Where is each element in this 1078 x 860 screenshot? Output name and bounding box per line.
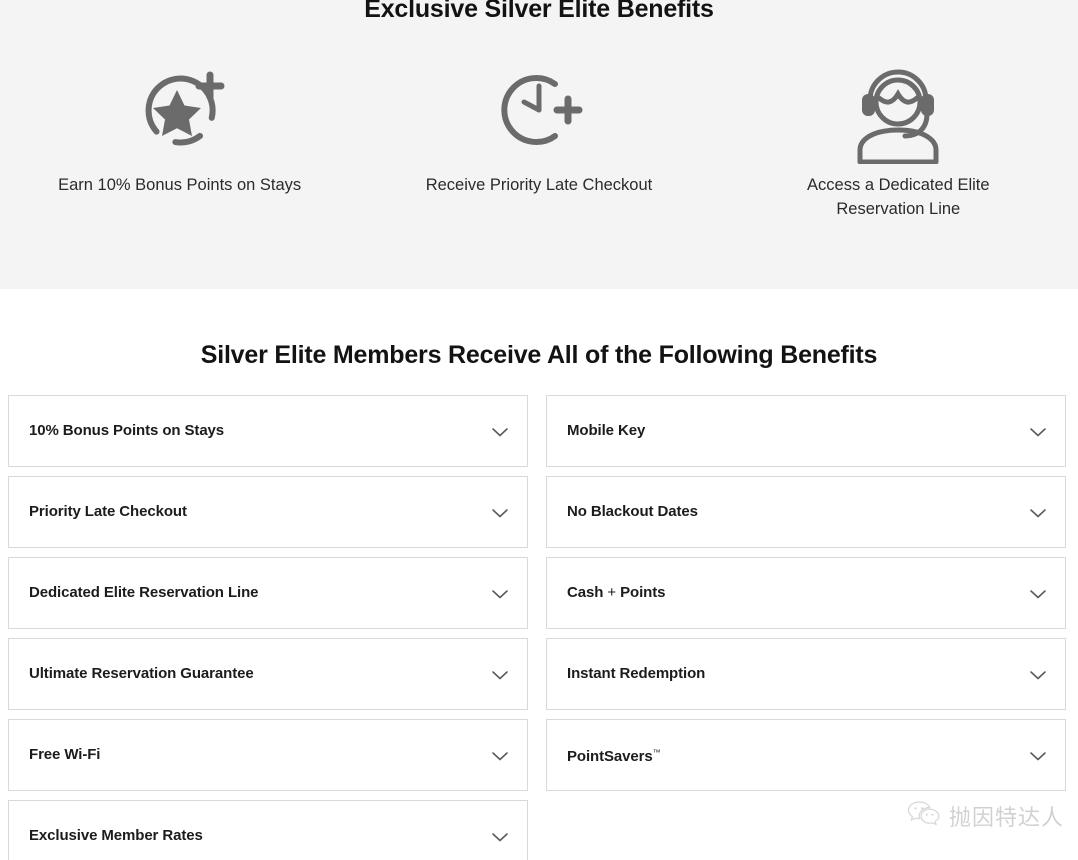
exclusive-benefits-hero: Exclusive Silver Elite Benefits Earn 10%… [0,0,1078,289]
star-plus-icon [134,55,226,165]
accordion-item-mobile-key[interactable]: Mobile Key [546,395,1066,467]
accordion-item-label: Priority Late Checkout [29,503,187,520]
hero-benefit-item: Receive Priority Late Checkout [359,55,718,221]
accordion-item-pointsavers[interactable]: PointSavers™ [546,719,1066,791]
hero-benefit-label: Earn 10% Bonus Points on Stays [58,176,302,194]
accordion-item-label: Cash + Points [547,583,665,603]
benefits-accordion: 10% Bonus Points on Stays Priority Late … [0,395,1078,860]
hero-benefit-item: Earn 10% Bonus Points on Stays [0,55,359,221]
accordion-item-dedicated-elite-reservation-line[interactable]: Dedicated Elite Reservation Line [8,557,528,629]
clock-plus-icon [493,55,585,165]
headset-agent-icon [848,55,948,165]
hero-title: Exclusive Silver Elite Benefits [364,0,714,23]
chevron-down-icon[interactable] [491,749,509,761]
accordion-item-label-head: PointSavers [567,748,653,765]
accordion-item-no-blackout-dates[interactable]: No Blackout Dates [546,476,1066,548]
accordion-item-bonus-points[interactable]: 10% Bonus Points on Stays [8,395,528,467]
accordion-item-label-tail: Points [616,584,666,601]
accordion-item-label-head: Cash [567,584,608,601]
chevron-down-icon[interactable] [491,425,509,437]
accordion-column-left: 10% Bonus Points on Stays Priority Late … [8,395,528,860]
accordion-item-free-wifi[interactable]: Free Wi-Fi [8,719,528,791]
accordion-item-cash-plus-points[interactable]: Cash + Points [546,557,1066,629]
chevron-down-icon[interactable] [1029,506,1047,518]
chevron-down-icon[interactable] [491,587,509,599]
chevron-down-icon[interactable] [491,830,509,842]
accordion-column-right: Mobile Key No Blackout Dates Cash + Poin… [546,395,1066,860]
page-title: Silver Elite Members Receive All of the … [200,341,878,369]
accordion-item-instant-redemption[interactable]: Instant Redemption [546,638,1066,710]
accordion-item-label: Ultimate Reservation Guarantee [29,665,254,682]
hero-benefit-label: Access a Dedicated Elite Reservation Lin… [807,176,990,218]
accordion-item-label: Dedicated Elite Reservation Line [29,584,259,601]
hero-benefit-columns: Earn 10% Bonus Points on Stays Receive P… [0,55,1078,221]
chevron-down-icon[interactable] [1029,587,1047,599]
accordion-item-label: PointSavers™ [547,743,661,767]
accordion-item-priority-late-checkout[interactable]: Priority Late Checkout [8,476,528,548]
accordion-item-label: Exclusive Member Rates [29,827,203,844]
accordion-item-label: Free Wi-Fi [29,746,101,763]
chevron-down-icon[interactable] [1029,425,1047,437]
hero-benefit-label: Receive Priority Late Checkout [425,176,653,194]
accordion-item-label-plus: + [607,584,617,601]
chevron-down-icon[interactable] [1029,749,1047,761]
chevron-down-icon[interactable] [1029,668,1047,680]
accordion-item-label: No Blackout Dates [567,503,698,520]
accordion-item-label: 10% Bonus Points on Stays [29,422,225,439]
trademark-symbol: ™ [652,748,661,757]
accordion-item-ultimate-reservation-guarantee[interactable]: Ultimate Reservation Guarantee [8,638,528,710]
chevron-down-icon[interactable] [491,668,509,680]
accordion-item-label: Mobile Key [567,422,646,439]
accordion-item-exclusive-member-rates[interactable]: Exclusive Member Rates [8,800,528,860]
accordion-item-label: Instant Redemption [567,665,706,682]
hero-benefit-item: Access a Dedicated Elite Reservation Lin… [719,55,1078,221]
chevron-down-icon[interactable] [491,506,509,518]
